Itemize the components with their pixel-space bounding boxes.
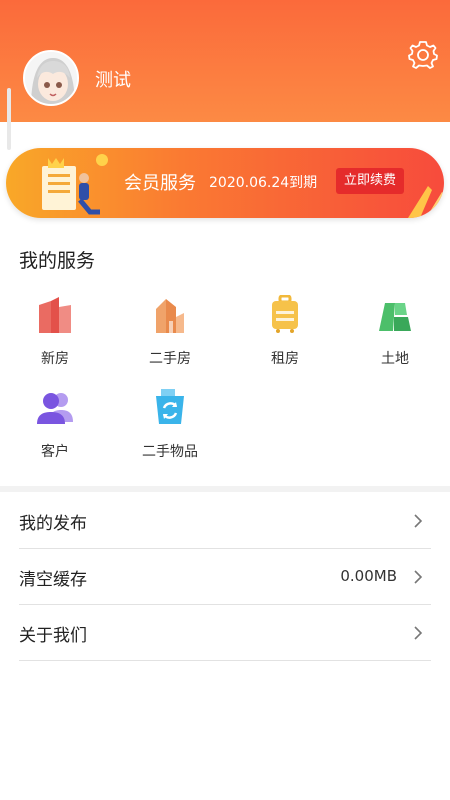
second-hand-house-icon — [156, 299, 184, 333]
username: 测试 — [95, 70, 131, 91]
menu-item-about-us[interactable]: 关于我们 — [19, 605, 431, 661]
member-service-title: 会员服务 — [124, 173, 196, 194]
rent-icon — [272, 295, 298, 333]
new-house-icon — [39, 297, 71, 333]
scroll-indicator — [7, 88, 11, 150]
member-illustration-icon — [42, 154, 108, 215]
service-item-second-hand-goods[interactable]: 二手物品 — [120, 383, 220, 463]
service-item-second-hand-house[interactable]: 二手房 — [120, 290, 220, 370]
service-item-rent[interactable]: 租房 — [235, 290, 335, 370]
land-icon — [379, 303, 411, 331]
my-services-title: 我的服务 — [19, 250, 96, 272]
chevron-right-icon — [414, 514, 423, 528]
second-hand-goods-icon — [156, 389, 184, 424]
service-label: 新房 — [41, 351, 69, 367]
renew-button[interactable]: 立即续费 — [336, 168, 404, 194]
menu-item-label: 清空缓存 — [19, 570, 87, 590]
member-banner[interactable]: 会员服务 2020.06.24到期 立即续费 — [6, 148, 444, 218]
menu-item-label: 我的发布 — [19, 514, 87, 534]
service-item-new-house[interactable]: 新房 — [5, 290, 105, 370]
settings-gear-icon[interactable] — [408, 40, 438, 70]
section-divider — [0, 486, 450, 492]
menu-item-clear-cache[interactable]: 清空缓存 0.00MB — [19, 549, 431, 605]
service-label: 客户 — [41, 444, 69, 460]
service-item-customers[interactable]: 客户 — [5, 383, 105, 463]
cache-size-value: 0.00MB — [340, 567, 397, 585]
sparkle-decoration-icon — [408, 186, 444, 218]
service-label: 二手物品 — [142, 444, 198, 460]
profile-header: 测试 — [0, 0, 450, 122]
service-label: 租房 — [271, 351, 299, 367]
menu-item-my-posts[interactable]: 我的发布 — [19, 493, 431, 549]
chevron-right-icon — [414, 570, 423, 584]
service-label: 土地 — [381, 351, 409, 367]
service-label: 二手房 — [149, 351, 191, 367]
service-item-land[interactable]: 土地 — [345, 290, 445, 370]
customers-icon — [37, 393, 73, 424]
avatar[interactable] — [23, 50, 79, 106]
services-grid: 新房 二手房 租房 土地 客户 二手物品 — [0, 290, 450, 480]
menu-item-label: 关于我们 — [19, 626, 87, 646]
chevron-right-icon — [414, 626, 423, 640]
member-expiry-date: 2020.06.24到期 — [209, 175, 318, 191]
